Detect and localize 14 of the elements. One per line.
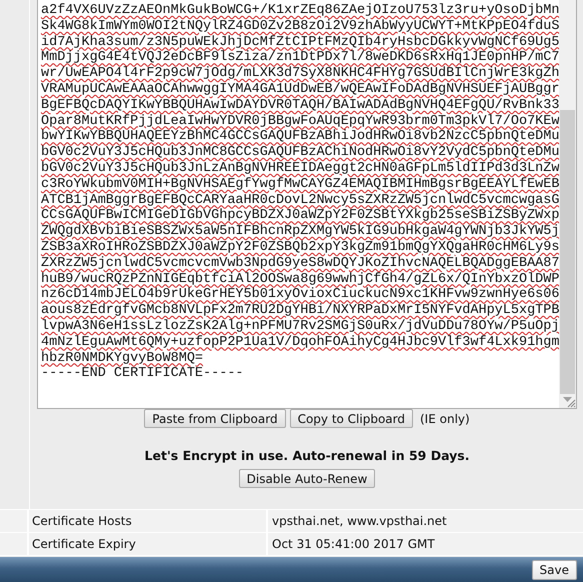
detail-label: Certificate Expiry — [31, 537, 136, 551]
detail-label: Certificate Hosts — [31, 514, 132, 528]
clipboard-note: (IE only) — [420, 412, 470, 426]
detail-value: Oct 31 05:41:00 2017 GMT — [271, 537, 435, 551]
paste-button[interactable]: Paste from Clipboard — [144, 409, 286, 428]
scroll-down-icon[interactable] — [563, 397, 572, 402]
copy-button[interactable]: Copy to Clipboard — [290, 409, 413, 428]
disable-auto-renew-button[interactable]: Disable Auto-Renew — [238, 469, 376, 488]
resize-grip-icon[interactable] — [567, 399, 576, 408]
renewal-status: Let's Encrypt in use. Auto-renewal in 59 Days. — [144, 448, 470, 463]
save-button[interactable]: Save — [532, 560, 577, 580]
scrollbar[interactable] — [559, 0, 576, 408]
detail-value: vpsthai.net, www.vpsthai.net — [271, 514, 447, 528]
certificate-text: a2f4VX6UVzZzAEOnMkGukBoWCG+/K1xrZEq86ZAejOIzoU753lz3ru+yOsoDjbMn Sk4WG8kImWYm0WOI2tNQylRZ4GD0Zv2B8zOi2V9zhAbWyyUCWYT+MtKPpEO4fduS id7AjKha3sum/z3N5puWEkJhjDcMfZtCIPtFMzQIb4ryHsbcDGkkyvWgNCf69Ug5 MmDjjxgG4E4tVQJ2eDcBF9lsZiza/zn1DtPDx7l/8weDKD6sRxHq1JE0pnHP/mC7 wr/UwEAPO4l4rF2p9cW7jOdg/mLXK3d7SyX8NKHC4FHYg7GSUdBIlCnjWrE3kgZh VRAMupUCAwEAAaOCAhwwggIYMA4GA1UdDwEB/wQEAwIFoDAdBgNVHSUEFjAUBggr BgEFBQcDAQYIKwYBBQUHAwIwDAYDVR0TAQH/BAIwADAdBgNVHQ4EFgQU/RvBnk33 Opar8MutKRfPjjdLeaIwHwYDVR0jBBgwFoAUqEpqYwR93brm0Tm3pkVl7/Oo7KEw bwYIKwYBBQUHAQEEYzBhMC4GCCsGAQUFBzABhiJodHRwOi8vb2NzcC5pbnQteDMu bGV0c2VuY3J5cHQub3JnMC8GCCsGAQUFBzAChiNodHRwOi8vY2VydC5pbnQteDMu bGV0c2VuY3J5cHQub3JnLzAnBgNVHREEIDAeggt2cHN0aGFpLm5ldIIPd3d3LnZw c3RoYWkubmV0MIH+BgNVHSAEgfYwgfMwCAYGZ4EMAQIBMIHmBgsrBgEEAYLfEwEB ATCB1jAmBggrBgEFBQcCARYaaHR0cDovL2Nwcy5sZXRzZW5jcnlwdC5vcmcwgasG CCsGAQUFBwICMIGeDIGbVGhpcyBDZXJ0aWZpY2F0ZSBtYXkgb25seSBiZSByZWxp ZWQgdXBvbiBieSBSZWx5aW5nIFBhcnRpZXMgYW5kIG9ubHkgaW4gYWNjb3JkYW5j ZSB3aXRoIHRoZSBDZXJ0aWZpY2F0ZSBQb2xpY3kgZm91bmQgYXQgaHR0cHM6Ly9s ZXRzZW5jcnlwdC5vcmcvcmVwb3NpdG9yeS8wDQYJKoZIhvcNAQELBQADggEBAA87 huB9/wucRQzPZnNIGEqbtfciAl2OOSwa8g69wwhjCfGh4/gZL6x/QInYbxzOlDWP nz6cD14mbJELO4b9rUkeGrHEY5b01xyOvioxCiuckucN9xc1KHFvw9zwnHye6s06 aous8zEdrgfvGMcb8NVLpFx2m7RU2DgYHBi/NXYRPaDxMrI5NYFvdAHpyL5xgTPB lvpwA3N6eH1ssLzlozZsK2Alg+nPFMU7Rv2SMGjS0uRx/jdVuDDu78OYw/P5uOpj 4mNzlEguAwMt6QMy+uzfopP2P1Ua1V/DqohFOAihyCg4HJbc9Vlf3wf4Lxk91hgm hbzR0NMDKYgvyBoW8MQ= -----END CERTIFICATE----- — [40, 2, 560, 384]
